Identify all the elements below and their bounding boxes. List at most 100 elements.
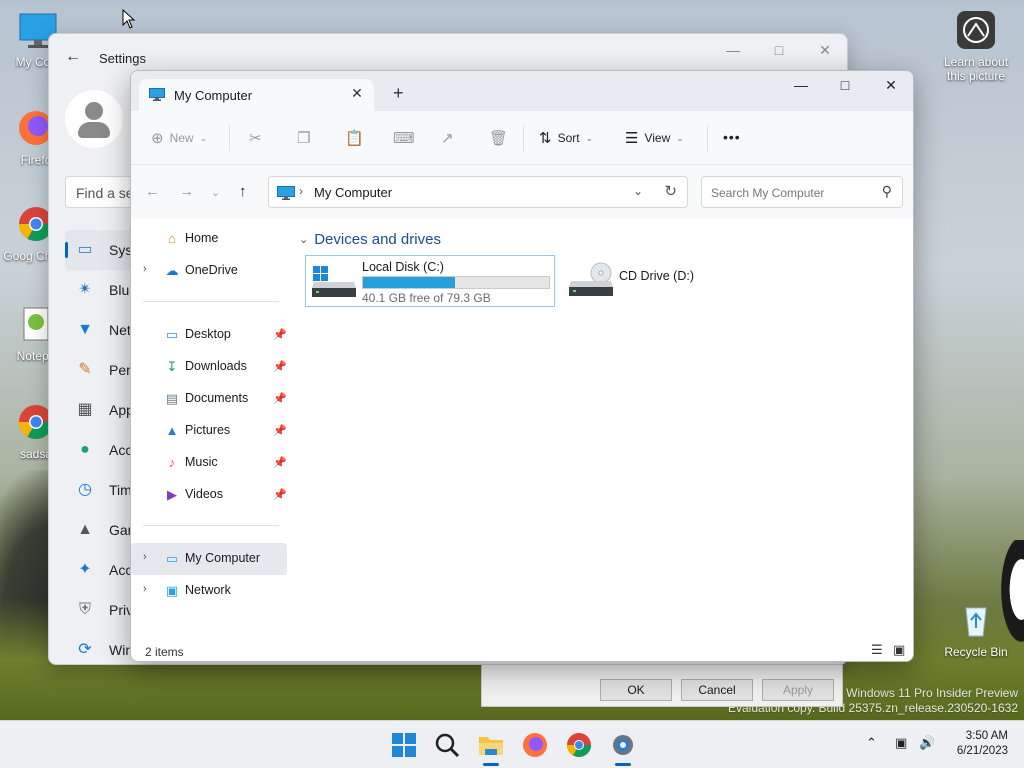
pin-icon[interactable]: 📌 [273, 328, 287, 341]
sidebar-item-network[interactable]: › ▣ Network [131, 575, 287, 607]
cut-button[interactable]: ✂ [249, 129, 262, 147]
refresh-icon[interactable]: ↻ [664, 182, 677, 200]
videos-icon: ▶ [167, 487, 177, 502]
group-header[interactable]: ⌄ Devices and drives [299, 231, 441, 248]
group-title: Devices and drives [314, 231, 441, 248]
address-bar[interactable]: › My Computer ⌄ ↻ [268, 176, 688, 208]
breadcrumb[interactable]: My Computer [314, 185, 392, 200]
recent-locations-icon[interactable]: ⌄ [211, 186, 220, 199]
clock-time: 3:50 AM [965, 730, 1008, 742]
search-icon[interactable] [433, 731, 461, 759]
toolbar-divider [523, 125, 524, 151]
sort-icon: ⇅ [539, 130, 552, 147]
new-button[interactable]: ⊕ New ⌄ [151, 129, 207, 147]
drive-local-disk-c[interactable]: Local Disk (C:) 40.1 GB free of 79.3 GB [305, 255, 555, 307]
chevron-right-icon[interactable]: › [143, 551, 147, 563]
back-arrow-icon[interactable]: ← [145, 183, 160, 200]
sidebar-item-label: Downloads [185, 359, 247, 373]
tab-my-computer[interactable]: My Computer ✕ [139, 79, 374, 111]
address-row: ← → ⌄ ↑ › My Computer ⌄ ↻ Search My Comp… [131, 165, 913, 219]
maximize-icon[interactable]: □ [831, 77, 859, 93]
file-explorer-taskbar-icon[interactable] [477, 731, 505, 766]
chrome-icon[interactable] [565, 731, 593, 759]
plus-circle-icon: ⊕ [151, 130, 164, 147]
sort-button[interactable]: ⇅ Sort ⌄ [539, 129, 593, 147]
chevron-down-icon[interactable]: ⌄ [633, 184, 643, 198]
paste-button[interactable]: 📋 [345, 129, 364, 147]
back-arrow-icon[interactable]: ← [65, 48, 81, 66]
volume-icon[interactable]: 🔊 [919, 735, 935, 751]
chevron-right-icon[interactable]: › [143, 263, 147, 275]
view-label: View [644, 131, 671, 145]
desktop-icon-recycle-bin[interactable]: Recycle Bin [938, 600, 1014, 659]
pin-icon[interactable]: 📌 [273, 360, 287, 373]
content-pane: ⌄ Devices and drives Local Disk (C:) 40.… [291, 219, 913, 637]
file-explorer-window: My Computer ✕ + — □ ✕ ⊕ New ⌄ ✂ ❐ 📋 ⌨ ↗ … [130, 70, 914, 662]
sort-label: Sort [557, 131, 580, 145]
view-button[interactable]: ☰ View ⌄ [625, 129, 684, 147]
tab-bar: My Computer ✕ + — □ ✕ [131, 71, 913, 111]
chevron-down-icon: ⌄ [585, 132, 594, 143]
trash-icon: 🗑 [489, 130, 509, 147]
chevron-right-icon[interactable]: › [143, 583, 147, 595]
new-tab-icon[interactable]: + [393, 83, 404, 104]
sidebar-item-downloads[interactable]: ↧ Downloads 📌 [131, 351, 287, 383]
close-icon[interactable]: ✕ [877, 77, 905, 94]
minimize-icon[interactable]: — [721, 42, 745, 58]
tab-label: My Computer [174, 88, 253, 103]
rename-icon: ⌨ [393, 130, 415, 147]
tiles-view-icon[interactable]: ▣ [893, 642, 905, 658]
cancel-button[interactable]: Cancel [681, 679, 753, 701]
copy-button[interactable]: ❐ [297, 129, 310, 147]
avatar[interactable] [65, 90, 123, 148]
pin-icon[interactable]: 📌 [273, 392, 287, 405]
drive-cd-d[interactable]: CD Drive (D:) [563, 255, 723, 307]
clock[interactable]: 3:50 AM 6/21/2023 [957, 729, 1008, 759]
apply-button[interactable]: Apply [762, 679, 834, 701]
search-icon: ⚲ [881, 183, 892, 199]
sidebar-item-home[interactable]: ⌂ Home [131, 223, 287, 255]
desktop-icon-learn-picture[interactable]: Learn about this picture [938, 10, 1014, 83]
more-options-button[interactable]: ••• [723, 129, 741, 145]
maximize-icon[interactable]: □ [767, 42, 791, 58]
clock-date: 6/21/2023 [956, 745, 1008, 757]
pin-icon[interactable]: 📌 [273, 488, 287, 501]
close-icon[interactable]: ✕ [813, 42, 837, 59]
windows-update-icon: ⟳ [78, 641, 92, 658]
start-icon[interactable] [390, 731, 418, 759]
sidebar-item-label: Pictures [185, 423, 231, 437]
sidebar-item-pictures[interactable]: ▲ Pictures 📌 [131, 415, 287, 447]
sidebar-item-my-computer[interactable]: › ▭ My Computer [131, 543, 287, 575]
pin-icon[interactable]: 📌 [273, 424, 287, 437]
chevron-up-icon[interactable]: ⌃ [866, 735, 877, 751]
up-arrow-icon[interactable]: ↑ [239, 183, 247, 200]
network-status-icon[interactable]: ▣ [895, 735, 907, 751]
sidebar-item-documents[interactable]: ▤ Documents 📌 [131, 383, 287, 415]
background-dialog: OK Cancel Apply [481, 665, 843, 707]
firefox-icon[interactable] [521, 731, 549, 759]
share-button[interactable]: ↗ [441, 129, 454, 147]
music-icon: ♪ [168, 455, 176, 470]
network-icon: ▣ [165, 583, 179, 598]
cd-drive-icon [569, 262, 613, 296]
tab-close-icon[interactable]: ✕ [348, 85, 366, 102]
ok-button[interactable]: OK [600, 679, 672, 701]
rename-button[interactable]: ⌨ [393, 129, 415, 147]
pin-icon[interactable]: 📌 [273, 456, 287, 469]
drive-usage-fill [363, 277, 455, 288]
my-computer-icon [277, 186, 295, 200]
sidebar-item-desktop[interactable]: ▭ Desktop 📌 [131, 319, 287, 351]
sidebar-item-videos[interactable]: ▶ Videos 📌 [131, 479, 287, 511]
forward-arrow-icon[interactable]: → [179, 183, 194, 200]
delete-button[interactable]: 🗑 [489, 129, 508, 147]
search-input[interactable]: Search My Computer ⚲ [701, 176, 903, 208]
onedrive-icon: ☁ [165, 263, 179, 278]
personalization-icon: ✎ [78, 361, 92, 378]
settings-taskbar-icon[interactable] [609, 731, 637, 766]
details-view-icon[interactable]: ☰ [871, 642, 883, 658]
downloads-icon: ↧ [166, 359, 178, 374]
sidebar-divider [143, 301, 279, 302]
minimize-icon[interactable]: — [787, 77, 815, 93]
sidebar-item-onedrive[interactable]: › ☁ OneDrive [131, 255, 287, 287]
sidebar-item-music[interactable]: ♪ Music 📌 [131, 447, 287, 479]
